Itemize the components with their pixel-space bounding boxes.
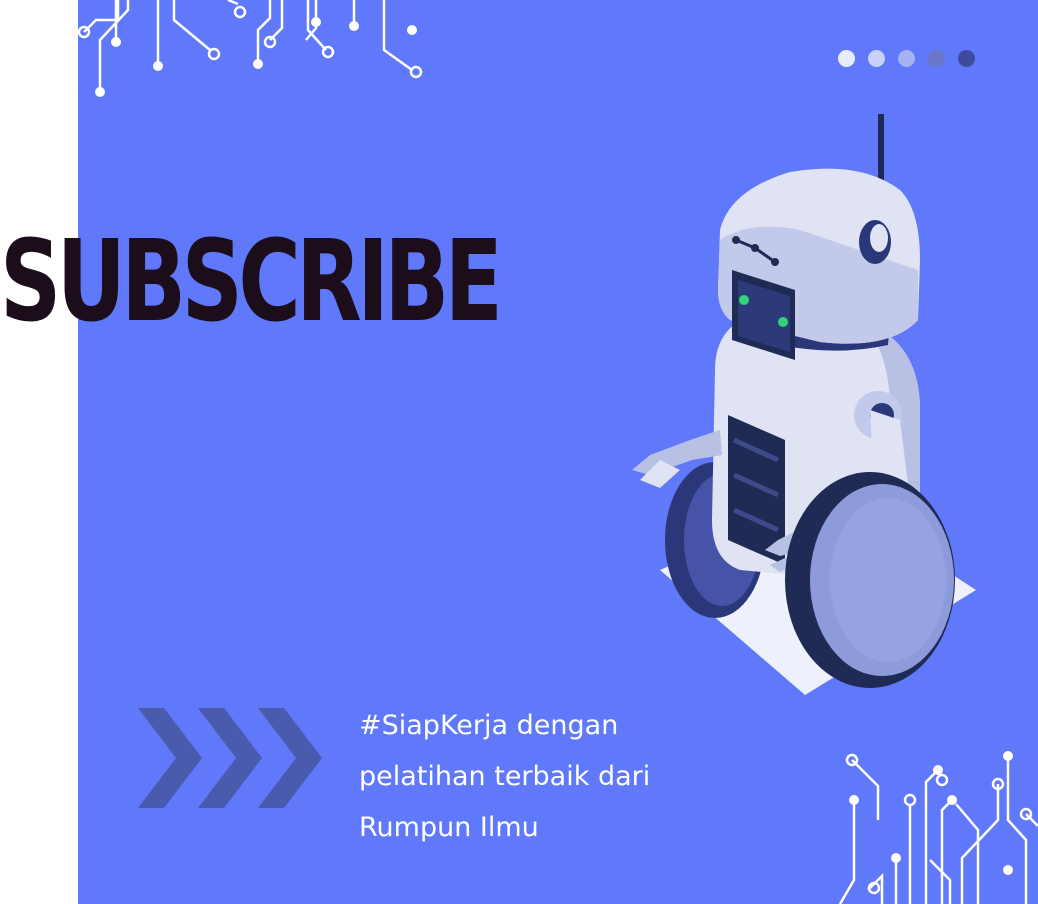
pagination-dot [928, 50, 945, 67]
subscribe-title: SUBSCRIBE [0, 217, 503, 347]
pagination-dot [838, 50, 855, 67]
pagination-dot [958, 50, 975, 67]
tagline-line: Rumpun Ilmu [359, 812, 539, 843]
chevron-arrows-icon [138, 708, 322, 808]
pagination-dot [868, 50, 885, 67]
tagline: #SiapKerja dengan pelatihan terbaik dari… [359, 700, 779, 853]
circuit-decoration-icon [78, 0, 423, 97]
tagline-line: #SiapKerja dengan [359, 710, 619, 741]
tagline-line: pelatihan terbaik dari [359, 761, 651, 792]
pagination-dot [898, 50, 915, 67]
circuit-decoration-icon [838, 751, 1038, 904]
robot-illustration [632, 114, 976, 695]
pagination-dots [838, 50, 975, 67]
